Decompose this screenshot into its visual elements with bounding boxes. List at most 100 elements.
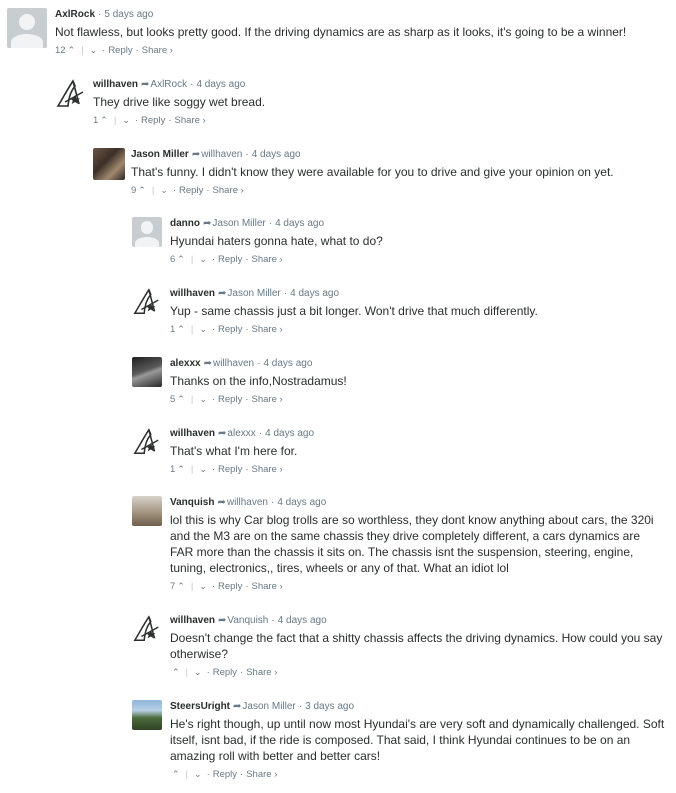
parent-author-link[interactable]: Jason Miller (227, 288, 280, 299)
upvote-icon[interactable]: ⌃ (68, 44, 76, 57)
avatar[interactable] (93, 148, 125, 180)
divider: | (190, 394, 194, 405)
share-button[interactable]: Share › (252, 253, 283, 266)
separator-dot: · (211, 394, 216, 405)
comment-footer: 9 ⌃ | ⌄ · Reply · Share › (131, 184, 666, 197)
upvote-icon[interactable]: ⌃ (138, 184, 146, 197)
reply-arrow-icon: ➦ (218, 615, 227, 626)
separator-dot: · (206, 667, 210, 678)
timestamp[interactable]: 4 days ago (263, 358, 312, 369)
parent-author-link[interactable]: alexxx (227, 428, 255, 439)
reply-button[interactable]: Reply (213, 666, 237, 679)
downvote-icon[interactable]: ⌄ (90, 44, 98, 57)
downvote-icon[interactable]: ⌄ (194, 768, 202, 781)
reply-button[interactable]: Reply (108, 44, 132, 57)
author-name[interactable]: willhaven (170, 288, 215, 299)
share-button[interactable]: Share › (246, 666, 277, 679)
reply-button[interactable]: Reply (218, 253, 242, 266)
upvote-icon[interactable]: ⌃ (177, 580, 185, 593)
author-name[interactable]: danno (170, 218, 200, 229)
upvote-icon[interactable]: ⌃ (177, 323, 185, 336)
timestamp[interactable]: 4 days ago (278, 615, 327, 626)
separator-dot: · (283, 288, 288, 299)
reply-arrow-icon: ➦ (233, 701, 242, 712)
downvote-icon[interactable]: ⌄ (160, 184, 168, 197)
author-name[interactable]: SteersUright (170, 701, 230, 712)
comment-footer: 1 ⌃ | ⌄ · Reply · Share › (93, 114, 666, 127)
avatar-logo[interactable] (55, 78, 87, 110)
parent-author-link[interactable]: Vanquish (227, 615, 268, 626)
upvote-icon[interactable]: ⌃ (177, 463, 185, 476)
timestamp[interactable]: 4 days ago (252, 149, 301, 160)
downvote-icon[interactable]: ⌄ (122, 114, 130, 127)
downvote-icon[interactable]: ⌄ (199, 323, 207, 336)
parent-author-link[interactable]: willhaven (201, 149, 242, 160)
timestamp[interactable]: 4 days ago (196, 79, 245, 90)
author-name[interactable]: willhaven (93, 79, 138, 90)
reply-button[interactable]: Reply (179, 184, 203, 197)
reply-button[interactable]: Reply (218, 323, 242, 336)
author-name[interactable]: alexxx (170, 358, 201, 369)
avatar[interactable] (132, 496, 162, 526)
divider: | (190, 254, 194, 265)
downvote-icon[interactable]: ⌄ (199, 463, 207, 476)
parent-author-link[interactable]: willhaven (213, 358, 254, 369)
comment-text: He's right though, up until now most Hyu… (170, 717, 665, 763)
reply-button[interactable]: Reply (141, 114, 165, 127)
share-button[interactable]: Share › (252, 393, 283, 406)
author-name[interactable]: Jason Miller (131, 149, 189, 160)
reply-button[interactable]: Reply (218, 393, 242, 406)
author-name[interactable]: willhaven (170, 428, 215, 439)
comment-header: Jason Miller ➦willhaven · 4 days ago (131, 148, 666, 161)
timestamp[interactable]: 3 days ago (305, 701, 354, 712)
vote-count: 7 (170, 581, 176, 592)
comment-footer: 12 ⌃ | ⌄ · Reply · Share › (55, 44, 666, 57)
parent-author-link[interactable]: Jason Miller (242, 701, 295, 712)
comment-footer: 6 ⌃ | ⌄ · Reply · Share › (170, 253, 666, 266)
downvote-icon[interactable]: ⌄ (199, 580, 207, 593)
share-button[interactable]: Share › (175, 114, 206, 127)
avatar[interactable] (132, 357, 162, 387)
parent-author-link[interactable]: willhaven (227, 497, 268, 508)
upvote-icon[interactable]: ⌃ (100, 114, 108, 127)
vote-count: 6 (170, 254, 176, 265)
share-button[interactable]: Share › (252, 580, 283, 593)
downvote-icon[interactable]: ⌄ (199, 253, 207, 266)
share-button[interactable]: Share › (246, 768, 277, 781)
avatar[interactable] (132, 700, 162, 730)
avatar-logo[interactable] (132, 427, 162, 457)
upvote-icon[interactable]: ⌃ (172, 666, 180, 679)
parent-author-link[interactable]: AxlRock (150, 79, 187, 90)
avatar-logo[interactable] (132, 287, 162, 317)
share-button[interactable]: Share › (142, 44, 173, 57)
timestamp[interactable]: 4 days ago (275, 218, 324, 229)
author-name[interactable]: Vanquish (170, 497, 214, 508)
share-button[interactable]: Share › (252, 463, 283, 476)
author-name[interactable]: AxlRock (55, 9, 95, 20)
reply-button[interactable]: Reply (213, 768, 237, 781)
avatar-logo[interactable] (132, 614, 162, 644)
timestamp[interactable]: 4 days ago (277, 497, 326, 508)
upvote-icon[interactable]: ⌃ (177, 393, 185, 406)
reply-arrow-icon: ➦ (217, 497, 226, 508)
parent-author-link[interactable]: Jason Miller (212, 218, 265, 229)
reply-button[interactable]: Reply (218, 580, 242, 593)
upvote-icon[interactable]: ⌃ (172, 768, 180, 781)
comment-text: Yup - same chassis just a bit longer. Wo… (170, 304, 538, 318)
comment-footer: 1 ⌃ | ⌄ · Reply · Share › (170, 323, 666, 336)
share-button[interactable]: Share › (252, 323, 283, 336)
timestamp[interactable]: 4 days ago (290, 288, 339, 299)
author-name[interactable]: willhaven (170, 615, 215, 626)
timestamp[interactable]: 4 days ago (265, 428, 314, 439)
reply-arrow-icon: ➦ (203, 218, 212, 229)
share-button[interactable]: Share › (213, 184, 244, 197)
reply-button[interactable]: Reply (218, 463, 242, 476)
downvote-icon[interactable]: ⌄ (194, 666, 202, 679)
avatar[interactable] (132, 217, 162, 247)
avatar[interactable] (7, 8, 47, 48)
downvote-icon[interactable]: ⌄ (199, 393, 207, 406)
separator-dot: · (258, 428, 263, 439)
timestamp[interactable]: 5 days ago (104, 9, 153, 20)
upvote-icon[interactable]: ⌃ (177, 253, 185, 266)
separator-dot: · (211, 254, 216, 265)
